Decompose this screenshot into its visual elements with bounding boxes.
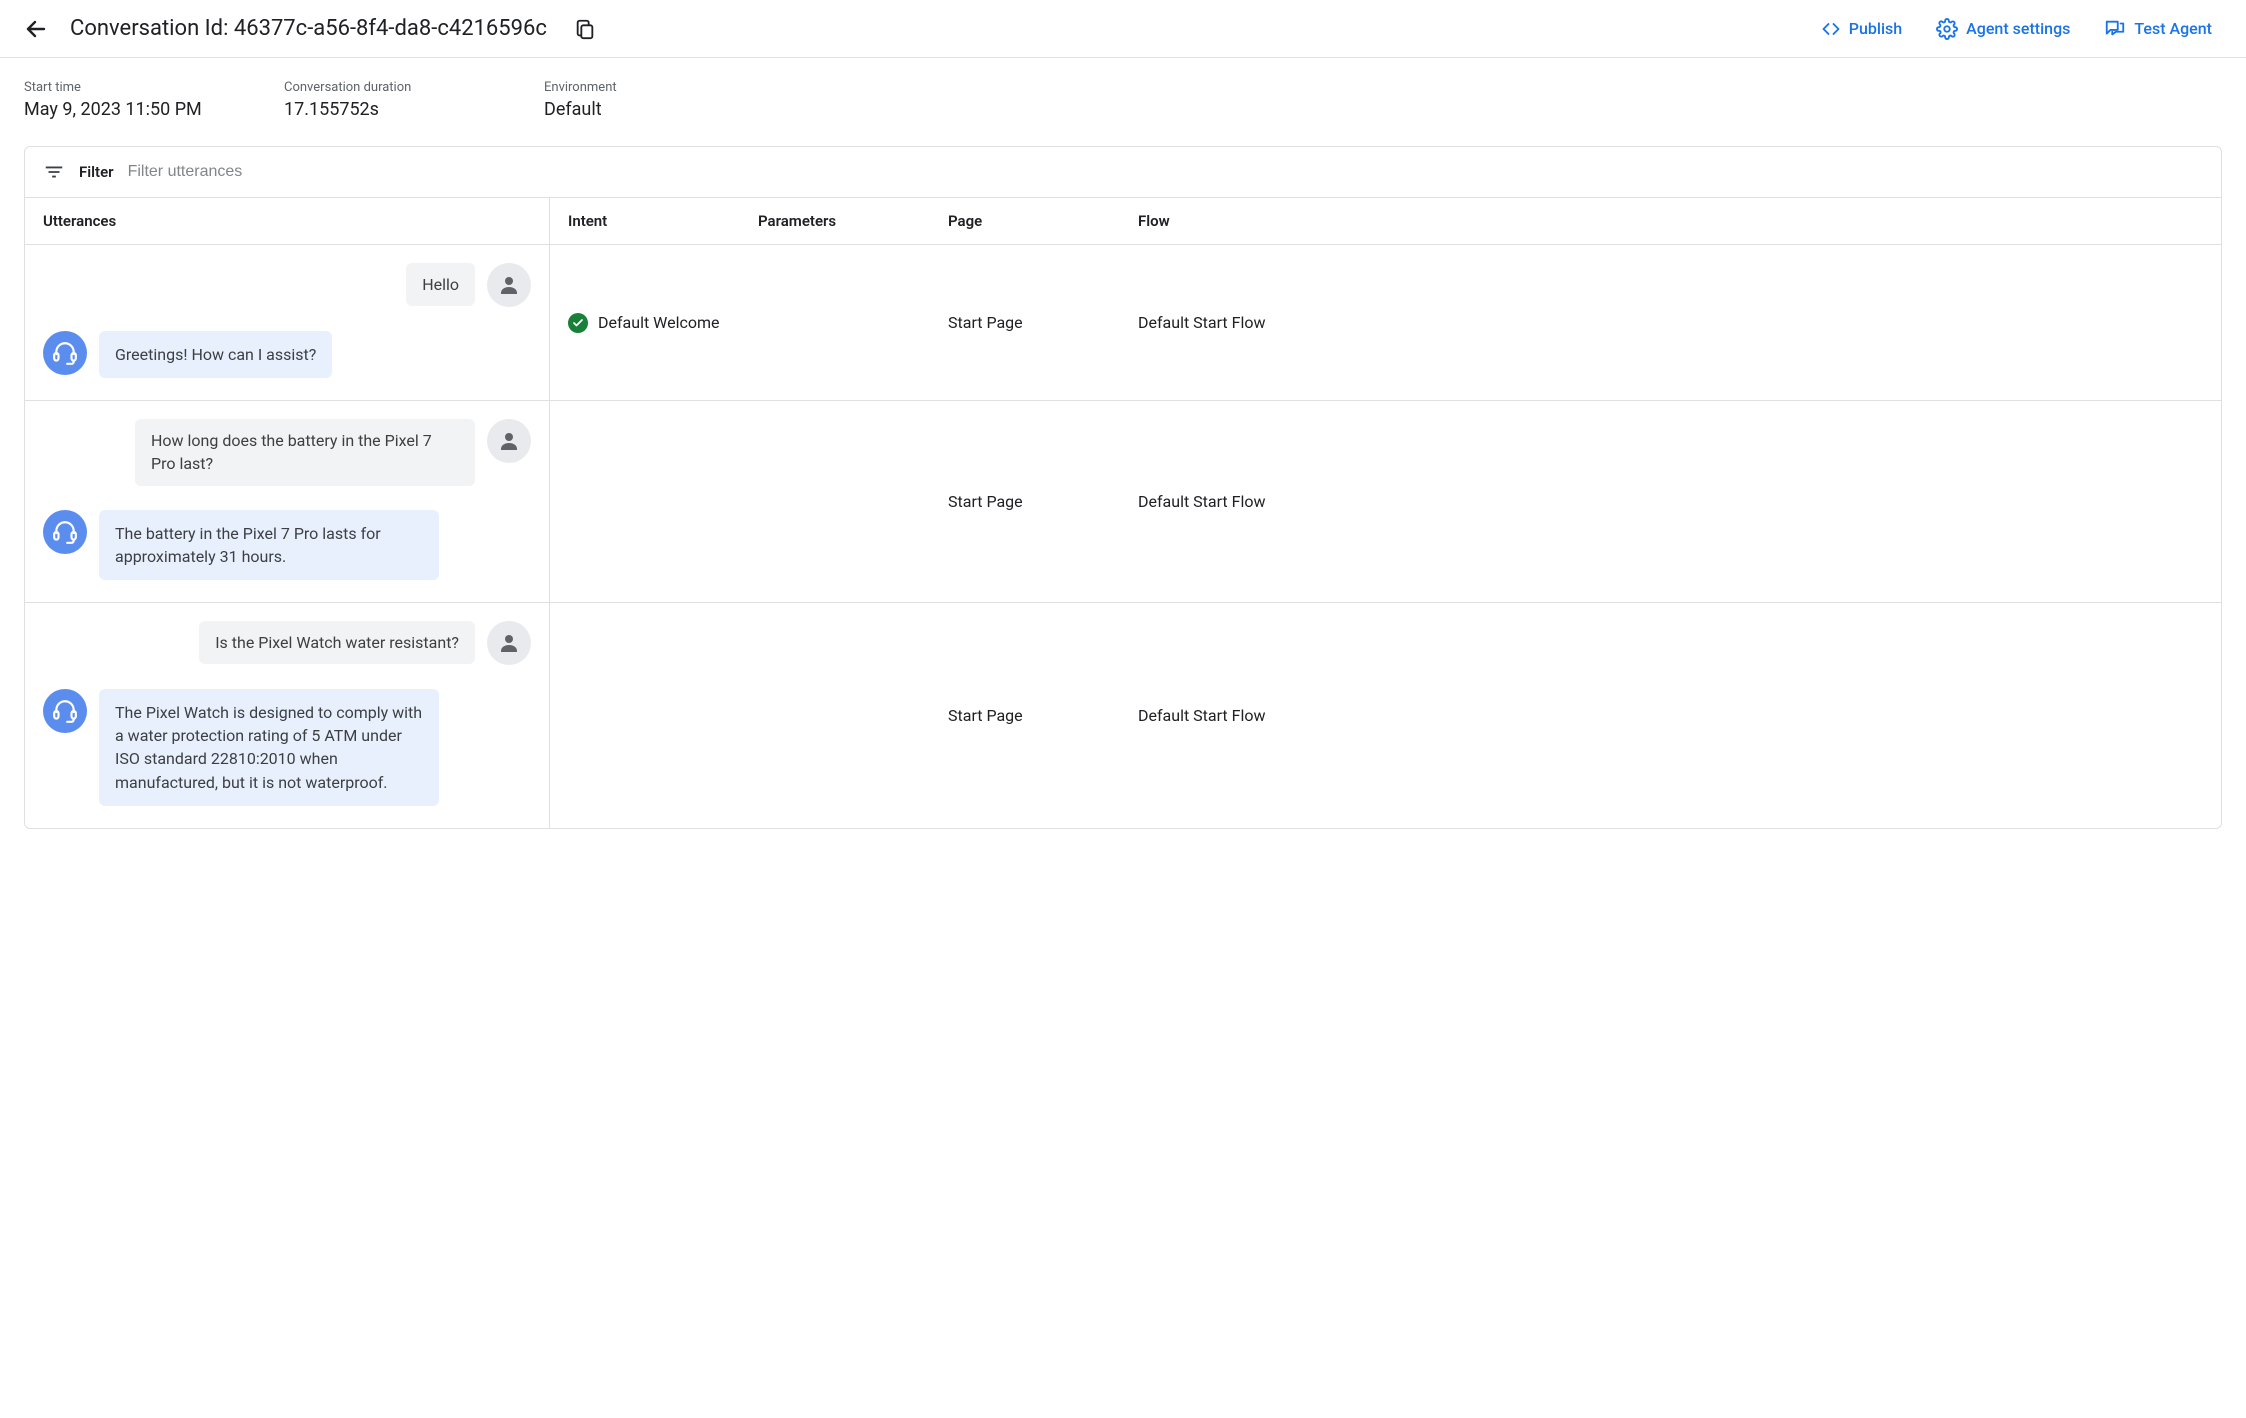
filter-label: Filter [79,163,114,181]
user-bubble: How long does the battery in the Pixel 7… [135,419,475,485]
intent-cell: Default Welcome [550,313,740,333]
agent-bubble: The battery in the Pixel 7 Pro lasts for… [99,510,439,580]
meta-start-time-value: May 9, 2023 11:50 PM [24,99,204,120]
filter-input[interactable] [128,163,2203,181]
publish-button[interactable]: Publish [1811,13,1912,45]
utterance-cell: Hello Greetings! How can I assist? [25,245,550,400]
person-icon [487,419,531,463]
page-cell: Start Page [930,706,1120,725]
meta-start-time: Start time May 9, 2023 11:50 PM [24,80,204,120]
intent-text: Default Welcome [598,313,720,332]
user-bubble: Hello [406,263,475,306]
meta-duration-label: Conversation duration [284,80,464,95]
conversation-panel: Filter Utterances Intent Parameters Page… [24,146,2222,829]
chat-icon [2104,18,2126,40]
agent-bubble: Greetings! How can I assist? [99,331,332,378]
table-row[interactable]: Hello Greetings! How can I assist? Default… [25,245,2221,401]
page-title: Conversation Id: 46377c-a56-8f4-da8-c421… [70,16,547,41]
agent-line: The Pixel Watch is designed to comply wi… [43,689,531,806]
conversation-meta: Start time May 9, 2023 11:50 PM Conversa… [0,58,2246,146]
user-line: How long does the battery in the Pixel 7… [43,419,531,485]
user-line: Hello [43,263,531,307]
check-icon [568,313,588,333]
user-line: Is the Pixel Watch water resistant? [43,621,531,665]
test-agent-label: Test Agent [2134,19,2212,38]
agent-bubble: The Pixel Watch is designed to comply wi… [99,689,439,806]
person-icon [487,621,531,665]
test-agent-button[interactable]: Test Agent [2094,12,2222,46]
back-button[interactable] [16,9,56,49]
col-utterances: Utterances [25,198,550,244]
flow-cell: Default Start Flow [1120,313,2221,332]
col-intent: Intent [550,198,740,244]
utterance-cell: How long does the battery in the Pixel 7… [25,401,550,602]
headset-icon [43,510,87,554]
utterance-cell: Is the Pixel Watch water resistant? The P… [25,603,550,828]
meta-environment-value: Default [544,99,724,120]
top-bar: Conversation Id: 46377c-a56-8f4-da8-c421… [0,0,2246,58]
publish-label: Publish [1849,19,1902,38]
agent-settings-label: Agent settings [1966,19,2070,38]
headset-icon [43,689,87,733]
gear-icon [1936,18,1958,40]
filter-bar: Filter [25,147,2221,198]
page-cell: Start Page [930,313,1120,332]
agent-settings-button[interactable]: Agent settings [1926,12,2080,46]
table-body: Hello Greetings! How can I assist? Default… [25,245,2221,828]
code-icon [1821,19,1841,39]
meta-duration: Conversation duration 17.155752s [284,80,464,120]
meta-environment-label: Environment [544,80,724,95]
meta-environment: Environment Default [544,80,724,120]
meta-cell: Start PageDefault Start Flow [550,401,2221,602]
flow-cell: Default Start Flow [1120,492,2221,511]
copy-id-button[interactable] [565,9,605,49]
table-header: Utterances Intent Parameters Page Flow [25,198,2221,245]
meta-duration-value: 17.155752s [284,99,464,120]
col-page: Page [930,198,1120,244]
table-row[interactable]: How long does the battery in the Pixel 7… [25,401,2221,603]
arrow-back-icon [24,17,48,41]
agent-line: The battery in the Pixel 7 Pro lasts for… [43,510,531,580]
agent-line: Greetings! How can I assist? [43,331,531,378]
meta-cell: Start PageDefault Start Flow [550,603,2221,828]
user-bubble: Is the Pixel Watch water resistant? [199,621,475,664]
headset-icon [43,331,87,375]
col-flow: Flow [1120,198,2221,244]
col-parameters: Parameters [740,198,930,244]
person-icon [487,263,531,307]
flow-cell: Default Start Flow [1120,706,2221,725]
table-row[interactable]: Is the Pixel Watch water resistant? The P… [25,603,2221,828]
page-cell: Start Page [930,492,1120,511]
copy-icon [574,18,596,40]
meta-start-time-label: Start time [24,80,204,95]
filter-icon [43,161,65,183]
meta-cell: Default Welcome Start PageDefault Start F… [550,245,2221,400]
